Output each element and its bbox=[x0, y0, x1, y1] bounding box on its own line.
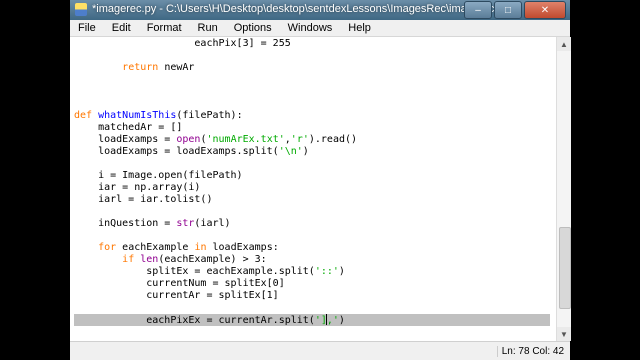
code-token: ) bbox=[338, 315, 345, 326]
current-code-line[interactable]: eachPixEx = currentAr.split('],') bbox=[74, 314, 550, 326]
code-line[interactable]: iarl = iar.tolist() bbox=[74, 194, 212, 206]
code-token: 'r' bbox=[290, 134, 309, 145]
code-line[interactable]: iar = np.array(i) bbox=[74, 182, 200, 194]
menu-run[interactable]: Run bbox=[190, 20, 226, 36]
code-token: inQuestion = bbox=[74, 218, 177, 229]
minimize-button[interactable]: – bbox=[464, 1, 492, 19]
code-token: '\n' bbox=[278, 146, 303, 157]
code-token: iar = np.array(i) bbox=[74, 182, 201, 193]
window-controls: – □ ✕ bbox=[464, 1, 566, 19]
code-token: eachExample bbox=[116, 242, 195, 253]
code-token: open bbox=[176, 134, 201, 145]
status-bar: Ln: 78 Col: 42 bbox=[70, 341, 570, 360]
code-line[interactable]: i = Image.open(filePath) bbox=[74, 170, 243, 182]
code-token: iarl = iar.tolist() bbox=[74, 194, 213, 205]
code-token: currentAr = splitEx[1] bbox=[74, 290, 279, 301]
code-token: '::' bbox=[314, 266, 339, 277]
menu-file[interactable]: File bbox=[70, 20, 104, 36]
scrollbar-thumb[interactable] bbox=[559, 227, 571, 309]
code-token: ).read() bbox=[308, 134, 358, 145]
code-line[interactable]: eachPix[3] = 255 bbox=[74, 38, 291, 50]
code-token: def bbox=[74, 110, 93, 121]
window-title: *imagerec.py - C:\Users\H\Desktop\deskto… bbox=[92, 3, 514, 15]
close-button[interactable]: ✕ bbox=[524, 1, 566, 19]
code-token: eachPixEx = currentAr.split( bbox=[74, 315, 315, 326]
code-line[interactable]: currentAr = splitEx[1] bbox=[74, 290, 279, 302]
code-token: eachPix[3] = 255 bbox=[74, 38, 291, 49]
code-token: str bbox=[176, 218, 195, 229]
code-token: return bbox=[122, 62, 159, 73]
code-token: loadExamps: bbox=[206, 242, 279, 253]
code-line[interactable]: currentNum = splitEx[0] bbox=[74, 278, 285, 290]
code-editor[interactable]: eachPix[3] = 255 return newAr def whatNum… bbox=[74, 37, 556, 341]
scroll-up-icon[interactable]: ▲ bbox=[557, 37, 571, 51]
code-token: loadExamps = bbox=[74, 134, 177, 145]
scroll-down-icon[interactable]: ▼ bbox=[557, 327, 571, 341]
code-line[interactable]: if len(eachExample) > 3: bbox=[74, 254, 267, 266]
code-token: ) bbox=[338, 266, 345, 277]
code-token: for bbox=[98, 242, 117, 253]
menu-windows[interactable]: Windows bbox=[280, 20, 341, 36]
code-token: 'numArEx.txt' bbox=[206, 134, 285, 145]
code-token: ,' bbox=[326, 315, 339, 326]
code-line[interactable]: splitEx = eachExample.split('::') bbox=[74, 266, 345, 278]
code-token: if bbox=[122, 254, 135, 265]
code-token: (eachExample) > 3: bbox=[158, 254, 267, 265]
code-token: '] bbox=[314, 315, 327, 326]
idle-editor-window: *imagerec.py - C:\Users\H\Desktop\deskto… bbox=[70, 0, 571, 360]
vertical-scrollbar[interactable]: ▲ ▼ bbox=[556, 37, 571, 341]
menu-edit[interactable]: Edit bbox=[104, 20, 139, 36]
code-line[interactable]: inQuestion = str(iarl) bbox=[74, 218, 231, 230]
code-token: (filePath): bbox=[176, 110, 243, 121]
code-token: in bbox=[194, 242, 207, 253]
menu-bar: File Edit Format Run Options Windows Hel… bbox=[70, 20, 570, 37]
code-line[interactable]: loadExamps = open('numArEx.txt','r').rea… bbox=[74, 134, 357, 146]
menu-format[interactable]: Format bbox=[139, 20, 190, 36]
code-token: (iarl) bbox=[194, 218, 231, 229]
code-token: splitEx = eachExample.split( bbox=[74, 266, 315, 277]
code-token: matchedAr = [] bbox=[74, 122, 183, 133]
code-token: i = Image.open(filePath) bbox=[74, 170, 243, 181]
menu-options[interactable]: Options bbox=[226, 20, 280, 36]
code-line[interactable]: def whatNumIsThis(filePath): bbox=[74, 110, 243, 122]
code-line[interactable]: for eachExample in loadExamps: bbox=[74, 242, 279, 254]
code-line[interactable]: loadExamps = loadExamps.split('\n') bbox=[74, 146, 309, 158]
title-bar[interactable]: *imagerec.py - C:\Users\H\Desktop\deskto… bbox=[70, 0, 570, 20]
cursor-position: Ln: 78 Col: 42 bbox=[496, 346, 564, 357]
code-token: len bbox=[140, 254, 159, 265]
code-token: ) bbox=[302, 146, 309, 157]
code-token: currentNum = splitEx[0] bbox=[74, 278, 285, 289]
code-token: loadExamps = loadExamps.split( bbox=[74, 146, 279, 157]
python-file-icon bbox=[75, 3, 87, 16]
code-token: newAr bbox=[158, 62, 195, 73]
code-token: whatNumIsThis bbox=[98, 110, 177, 121]
code-line[interactable]: return newAr bbox=[74, 62, 194, 74]
code-line[interactable]: matchedAr = [] bbox=[74, 122, 182, 134]
menu-help[interactable]: Help bbox=[340, 20, 379, 36]
maximize-button[interactable]: □ bbox=[494, 1, 522, 19]
